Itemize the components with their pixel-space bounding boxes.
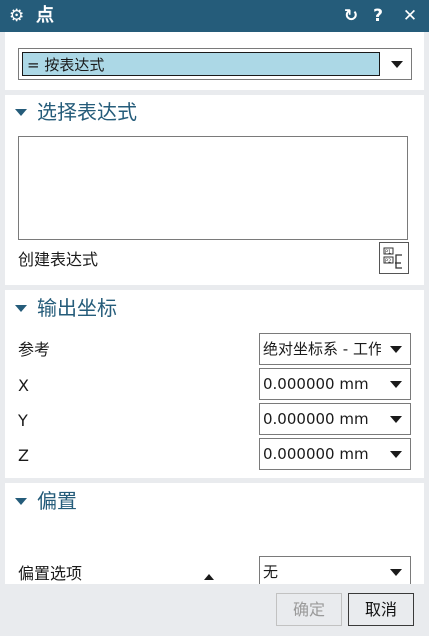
chevron-down-icon <box>390 416 402 423</box>
title-bar: ⚙ 点 ↻ ? ✕ <box>0 0 429 32</box>
reference-value: 绝对坐标系 - 工作部件 <box>263 340 381 358</box>
svg-text:P1: P1 <box>385 250 391 256</box>
select-expression-title: 选择表达式 <box>37 100 137 124</box>
create-expression-icon[interactable]: P1 P2 <box>379 242 409 274</box>
type-section: = 按表达式 <box>5 32 424 90</box>
reference-label: 参考 <box>18 340 51 359</box>
output-coords-title: 输出坐标 <box>37 296 117 320</box>
gear-icon[interactable]: ⚙ <box>9 6 24 26</box>
type-select-value: = 按表达式 <box>22 52 380 76</box>
collapse-up-icon[interactable] <box>204 574 214 580</box>
cancel-button[interactable]: 取消 <box>348 593 414 626</box>
collapse-triangle-icon <box>15 109 27 116</box>
y-coordinate-field[interactable]: 0.000000 mm <box>259 403 411 435</box>
type-select[interactable]: = 按表达式 <box>18 48 412 80</box>
z-value: 0.000000 mm <box>263 445 369 463</box>
y-label: Y <box>18 411 28 430</box>
collapse-triangle-icon <box>15 498 27 505</box>
chevron-down-icon <box>390 346 402 353</box>
dialog-body: = 按表达式 选择表达式 创建表达式 P1 P2 输出坐标 参考 绝对坐标系 -… <box>5 32 424 588</box>
x-coordinate-field[interactable]: 0.000000 mm <box>259 368 411 400</box>
offset-title: 偏置 <box>37 489 77 513</box>
dialog-title: 点 <box>36 5 54 26</box>
offset-section: 偏置 偏置选项 无 <box>5 483 424 588</box>
ok-button[interactable]: 确定 <box>276 593 342 626</box>
select-expression-section: 选择表达式 创建表达式 P1 P2 <box>5 95 424 285</box>
expression-list[interactable] <box>18 136 408 240</box>
y-value: 0.000000 mm <box>263 410 369 428</box>
x-value: 0.000000 mm <box>263 375 369 393</box>
svg-text:P2: P2 <box>385 259 391 265</box>
z-coordinate-field[interactable]: 0.000000 mm <box>259 438 411 470</box>
chevron-down-icon <box>390 569 402 576</box>
offset-option-label: 偏置选项 <box>18 564 83 583</box>
x-label: X <box>18 376 29 395</box>
help-icon[interactable]: ? <box>368 5 388 27</box>
collapse-triangle-icon <box>15 305 27 312</box>
close-icon[interactable]: ✕ <box>400 5 420 27</box>
button-bar: 确定 取消 <box>5 584 424 636</box>
output-coords-section: 输出坐标 参考 绝对坐标系 - 工作部件 X 0.000000 mm Y 0.0… <box>5 290 424 478</box>
reset-icon[interactable]: ↻ <box>341 5 361 27</box>
reference-select[interactable]: 绝对坐标系 - 工作部件 <box>259 333 411 365</box>
offset-option-value: 无 <box>263 563 279 581</box>
z-label: Z <box>18 446 29 465</box>
create-expression-label: 创建表达式 <box>18 250 99 269</box>
chevron-down-icon <box>390 381 402 388</box>
chevron-down-icon <box>391 61 403 68</box>
chevron-down-icon <box>390 451 402 458</box>
